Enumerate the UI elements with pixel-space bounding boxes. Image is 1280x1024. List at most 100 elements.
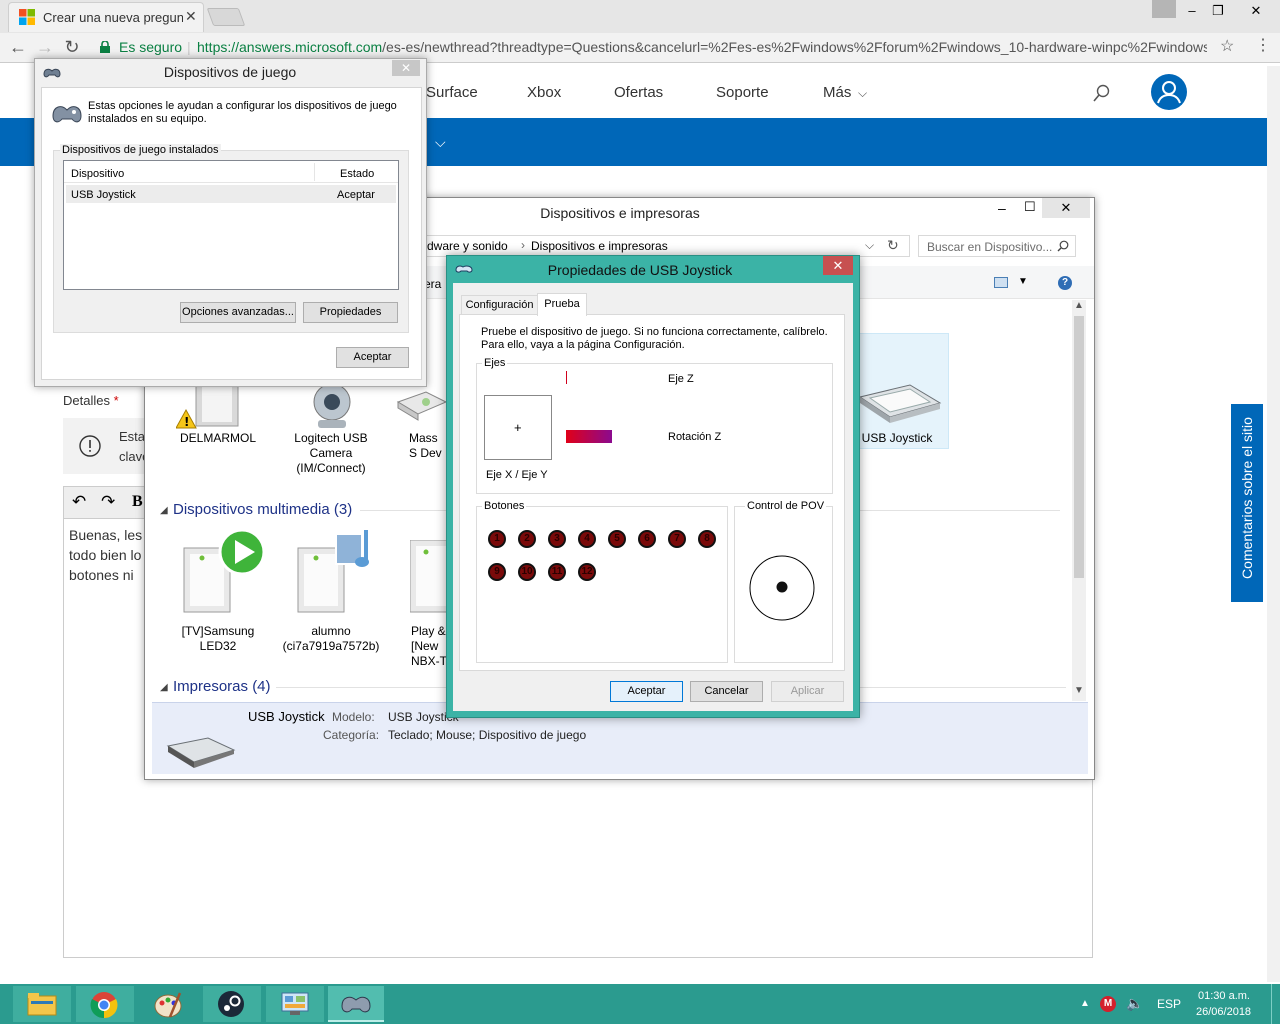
scroll-down-icon[interactable]: ▼	[1074, 685, 1084, 696]
paint-palette-icon	[154, 992, 182, 1018]
clock-time[interactable]: 01:30 a.m.	[1198, 990, 1250, 1002]
instructions-line: Pruebe el dispositivo de juego. Si no fu…	[481, 326, 828, 338]
maximize-icon[interactable]: ❐	[1206, 0, 1230, 22]
reload-icon[interactable]: ↻	[60, 35, 84, 59]
tab-close-icon[interactable]: ✕	[185, 8, 197, 25]
chevron-down-icon[interactable]: ⌵	[435, 134, 446, 151]
menu-dots-icon[interactable]: ⋮	[1255, 38, 1271, 54]
details-category-label: Categoría:	[323, 728, 380, 742]
notice-text: Esta	[119, 429, 146, 444]
scroll-thumb[interactable]	[1074, 316, 1084, 578]
ok-button[interactable]: Aceptar	[610, 681, 683, 702]
breadcrumb-item[interactable]: Dispositivos e impresoras	[531, 239, 668, 253]
collapse-icon[interactable]: ◢	[160, 505, 168, 516]
pov-group-label: Control de POV	[745, 500, 827, 512]
minimize-icon[interactable]: –	[1180, 0, 1204, 22]
chevron-down-icon[interactable]: ⌵	[865, 238, 874, 253]
gamepad-icon	[52, 106, 82, 123]
media-server-icon[interactable]	[410, 540, 448, 614]
forward-arrow-icon[interactable]: →	[33, 35, 57, 59]
rotation-z-label: Rotación Z	[668, 431, 722, 443]
antivirus-tray-icon[interactable]: M	[1100, 996, 1116, 1012]
back-arrow-icon[interactable]: ←	[6, 35, 30, 59]
avatar[interactable]	[1151, 74, 1187, 110]
folder-icon	[27, 993, 57, 1016]
bookmark-star-icon[interactable]: ☆	[1220, 36, 1234, 58]
z-axis-label: Eje Z	[668, 373, 694, 385]
controllers-list[interactable]: Dispositivo Estado USB Joystick Aceptar	[63, 160, 399, 290]
rotation-z-bar	[566, 430, 612, 443]
maximize-icon[interactable]: ☐	[1024, 199, 1036, 215]
tab-prueba[interactable]: Prueba	[537, 293, 587, 316]
steam-icon	[218, 991, 244, 1017]
collapse-icon[interactable]: ◢	[160, 682, 168, 693]
chrome-taskbar-button[interactable]	[76, 986, 134, 1022]
feedback-tab[interactable]: Comentarios sobre el sitio	[1231, 404, 1263, 602]
media-server-music-icon[interactable]	[296, 526, 380, 616]
language-indicator[interactable]: ESP	[1157, 997, 1181, 1011]
clock-date[interactable]: 26/06/2018	[1196, 1006, 1251, 1018]
breadcrumb-item[interactable]: dware y sonido	[427, 239, 508, 253]
control-panel-taskbar-button[interactable]	[266, 986, 324, 1022]
game-controllers-description: Estas opciones le ayudan a configurar lo…	[88, 100, 397, 125]
devices-search-box[interactable]: Buscar en Dispositivo...	[918, 235, 1076, 257]
details-category-value: Teclado; Mouse; Dispositivo de juego	[388, 728, 587, 742]
file-explorer-taskbar-button[interactable]	[13, 986, 71, 1022]
new-tab-button[interactable]	[206, 8, 246, 26]
storage-device-icon[interactable]	[396, 388, 448, 424]
volume-icon[interactable]: 🔈	[1126, 995, 1143, 1012]
joystick-button-indicator: 4	[578, 530, 596, 548]
browser-tab[interactable]: Crear una nueva pregunt ✕	[8, 2, 204, 32]
refresh-icon[interactable]: ↻	[887, 237, 899, 254]
game-controllers-taskbar-button[interactable]	[328, 986, 384, 1022]
device-label: alumno (ci7a7919a7572b)	[282, 624, 380, 653]
nav-support[interactable]: Soporte	[716, 84, 769, 101]
view-options-icon[interactable]	[994, 277, 1008, 288]
show-hidden-icons-icon[interactable]: ▲	[1080, 998, 1090, 1009]
address-breadcrumb[interactable]: dware y sonido › Dispositivos e impresor…	[412, 235, 910, 257]
close-icon[interactable]: ✕	[392, 60, 420, 76]
nav-xbox[interactable]: Xbox	[527, 84, 561, 101]
search-icon	[1057, 240, 1069, 252]
properties-button[interactable]: Propiedades	[303, 302, 398, 323]
search-icon[interactable]	[1093, 84, 1111, 102]
device-label: Mass S Dev	[409, 431, 442, 460]
minimize-icon[interactable]: –	[998, 200, 1006, 216]
close-icon[interactable]: ✕	[1042, 198, 1090, 218]
help-icon[interactable]: ?	[1058, 276, 1072, 290]
paint-taskbar-button[interactable]	[139, 986, 197, 1022]
webcam-device-icon[interactable]	[302, 380, 362, 430]
tab-configuracion[interactable]: Configuración	[461, 295, 538, 315]
close-icon[interactable]: ✕	[823, 256, 853, 275]
joystick-button-indicator: 2	[518, 530, 536, 548]
address-bar[interactable]: Es seguro | https://answers.microsoft.co…	[92, 36, 1242, 58]
nav-surface[interactable]: Surface	[426, 84, 478, 101]
user-profile-button[interactable]	[1152, 0, 1176, 18]
column-divider	[314, 163, 315, 181]
cancel-button[interactable]: Cancelar	[690, 681, 763, 702]
apply-button[interactable]: Aplicar	[771, 681, 844, 702]
chevron-down-icon[interactable]: ▼	[1018, 276, 1028, 287]
scroll-up-icon[interactable]: ▲	[1074, 300, 1084, 311]
nav-offers[interactable]: Ofertas	[614, 84, 663, 101]
printers-header[interactable]: Impresoras (4)	[173, 678, 271, 695]
advanced-options-button[interactable]: Opciones avanzadas...	[180, 302, 296, 323]
page-scrollbar[interactable]	[1267, 66, 1280, 982]
close-window-icon[interactable]: ✕	[1236, 0, 1276, 22]
column-header[interactable]: Dispositivo	[71, 168, 124, 180]
steam-taskbar-button[interactable]	[203, 986, 261, 1022]
joystick-properties-title: Propiedades de USB Joystick	[547, 262, 733, 278]
ok-button[interactable]: Aceptar	[336, 347, 409, 368]
redo-icon[interactable]: ↷	[101, 492, 115, 512]
nav-more[interactable]: Más	[823, 84, 851, 101]
media-server-play-icon[interactable]	[180, 526, 268, 616]
show-desktop-button[interactable]	[1271, 984, 1280, 1024]
column-header[interactable]: Estado	[340, 168, 374, 180]
devices-scrollbar[interactable]: ▲ ▼	[1072, 300, 1086, 701]
instructions-line: Para ello, vaya a la página Configuració…	[481, 339, 685, 351]
bold-icon[interactable]: B	[132, 493, 143, 511]
undo-icon[interactable]: ↶	[72, 492, 86, 512]
chevron-down-icon: ⌵	[858, 86, 868, 100]
device-label: USB Joystick	[861, 431, 933, 445]
multimedia-header[interactable]: Dispositivos multimedia (3)	[173, 501, 352, 518]
